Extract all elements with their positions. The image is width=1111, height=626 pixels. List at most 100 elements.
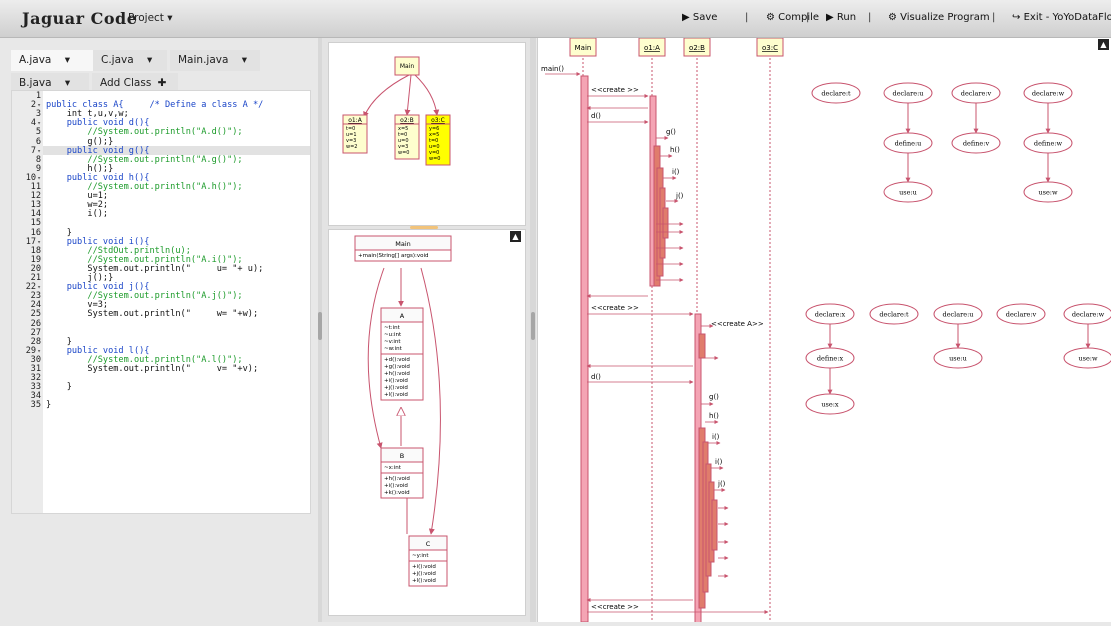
activation-bar [711,499,718,551]
class-c: C ~y:int +i():void+j():void+l():void [408,535,448,587]
message-label: <<create >> [591,304,639,312]
object-field: w=0 [398,150,409,156]
message-create: <<create >> [587,603,769,614]
toolbar-separator: | [806,12,810,23]
class-diagram-pane: ▲ Main +main(String[] args):void A ~t:int ~u… [328,229,526,616]
message-d: d() [587,373,694,384]
class-main: Main +main(String[] args):void [354,235,452,262]
message-label: h() [670,146,680,154]
toolbar-separator: | [745,12,749,23]
message-label: h() [709,412,719,420]
sequence-diagram-pane: ▲ Main o1:A o2:B o3:C main() <<create >> d() g… [537,37,1111,625]
svg-text:Main: Main [400,63,415,70]
dataflow-label: use:w [1078,355,1098,363]
use-node: use:u [883,181,933,203]
visualize-program-button[interactable]: ⚙ Visualize Program [888,12,990,23]
message-j: j() [714,480,726,492]
line-number-text: 3 [35,109,41,120]
class-method: +h():void [384,371,410,377]
save-button[interactable]: ▶ Save [682,12,717,23]
lifeline-name: o3:C [762,44,778,52]
toolbar-separator: | [868,12,872,23]
tab-main-java[interactable]: Main.java ▾ [170,50,260,71]
code-editor[interactable]: 1 2 ▾ 3 4 ▾ 5 6 7 ▾ 8 9 10 ▾ 11 12 13 14 15 16 17 ▾ 18 19 20 21 22… [11,90,311,514]
line-number-text: 35 [30,400,41,411]
chevron-down-icon: ▾ [64,77,71,89]
message-label: i() [715,458,723,466]
define-node: define:x [805,347,855,369]
line-number: 1 [12,91,43,101]
message-h: h() [660,146,680,158]
activation-bar [580,75,589,623]
message-label: g() [666,128,676,136]
tab-c-java[interactable]: C.java ▾ [93,50,167,71]
declare-node: declare:w [1023,82,1073,104]
declare-node: declare:x [805,303,855,325]
class-method: +i():void [384,378,408,384]
class-a: A ~t:int~u:int~v:int~w:int +d():void+g():v… [380,307,424,401]
line-number: 3 [12,110,43,119]
chevron-down-icon: ▾ [147,54,153,66]
lifeline-name: Main [575,44,592,52]
message-label: <<create A>> [711,320,764,328]
dataflow-label: declare:t [821,90,851,98]
declare-node: declare:u [883,82,933,104]
message-label: d() [591,112,601,120]
activation-bar [662,207,669,239]
dataflow-label: define:v [963,140,990,148]
object-diagram-pane: Main o1:A t=0 u=1 v=3 w=2 o2:B x=5 t=0 u=0 v=3 w=0… [328,42,526,226]
lifeline-name: o1:A [644,44,660,52]
collapse-button[interactable]: ▲ [510,231,521,242]
message-i: i() [711,458,724,470]
class-method: +h():void [384,476,410,482]
class-method: +i():void [384,483,408,489]
line-gutter: 1 2 ▾ 3 4 ▾ 5 6 7 ▾ 8 9 10 ▾ 11 12 13 14 15 16 17 ▾ 18 19 20 21 22… [12,91,43,513]
collapse-button[interactable]: ▲ [1098,39,1109,50]
toolbar-separator: | [992,12,996,23]
message-label: i() [712,433,720,441]
class-field: ~t:int [384,325,401,331]
compile-button[interactable]: ⚙ Compile [766,12,819,23]
object-2: o2:Bx=5t=0u=0v=3w=0 [394,114,420,160]
message-label: j() [675,192,684,200]
dataflow-label: use:x [821,401,839,409]
project-menu[interactable]: Project ▾ [128,12,173,24]
class-method: +j():void [412,571,436,577]
dataflow-label: define:x [817,355,844,363]
app-brand: Jaguar Code [22,9,138,28]
object-main: Main [394,56,420,76]
declare-node: declare:v [996,303,1046,325]
splitter-handle[interactable] [531,312,535,340]
use-node: use:u [933,347,983,369]
line-number: 6 [12,137,43,147]
top-toolbar: Jaguar Code Project ▾ ▶ Save | ⚙ Compile… [0,0,1111,38]
gear-icon: ⚙ [888,12,897,23]
class-method: +j():void [384,385,408,391]
use-node: use:w [1023,181,1073,203]
dataflow-label: use:w [1038,189,1058,197]
code-line: } [46,400,52,411]
declare-node: declare:u [933,303,983,325]
arrow-up-icon: ▲ [1100,40,1107,49]
exit-icon: ↪ [1012,12,1021,23]
class-field: ~w:int [384,346,403,352]
dataflow-label: use:u [899,189,917,197]
object-field: w=0 [429,156,440,162]
run-button[interactable]: ▶ Run [826,12,856,23]
message-label: i() [672,168,680,176]
class-method: +l():void [384,392,408,398]
line-number-text: 9 [35,163,41,174]
object-name: o2:B [400,117,414,124]
chevron-down-icon: ▾ [241,54,248,66]
exit-button[interactable]: ↪ Exit - YoYoDataFlow [1012,12,1111,23]
define-node: define:w [1023,132,1073,154]
tab-a-java[interactable]: A.java ▾ [11,50,93,71]
chevron-down-icon: ▾ [64,54,70,66]
class-field: ~y:int [412,553,429,559]
use-node: use:w [1063,347,1111,369]
class-method: +l():void [412,578,436,584]
class-method: +k():void [384,490,410,496]
dataflow-label: declare:x [815,311,846,319]
class-method: +i():void [412,564,436,570]
gear-icon: ⚙ [766,12,775,23]
